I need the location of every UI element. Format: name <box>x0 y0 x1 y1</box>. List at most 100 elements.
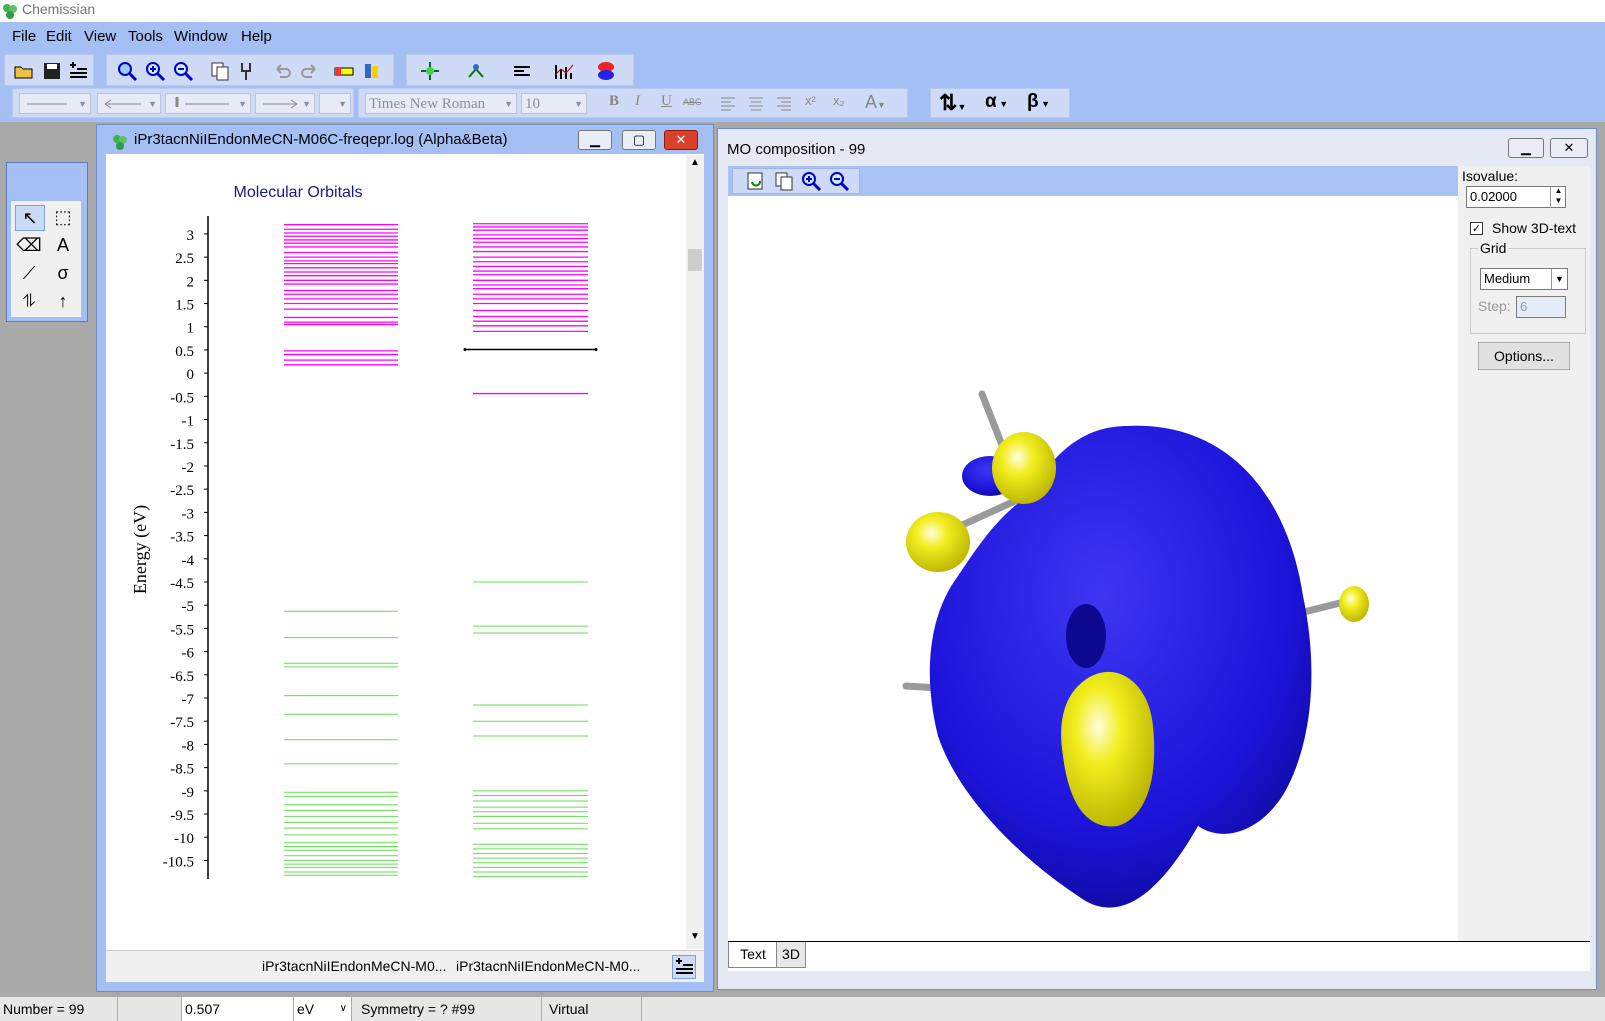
selected-level-handle <box>463 347 467 351</box>
strikethrough-button[interactable]: ABC <box>683 97 702 107</box>
mo-close-icon[interactable]: ✕ <box>1550 138 1588 158</box>
zoom-out-icon[interactable] <box>173 61 195 82</box>
y-tick-label: 3 <box>187 228 195 244</box>
mo-zoom-in-icon[interactable] <box>801 171 823 192</box>
file-toolbar <box>4 54 94 86</box>
subscript-button[interactable]: x₂ <box>833 93 845 108</box>
select-arrow-icon[interactable]: ↖ <box>15 205 45 231</box>
refresh-copy-icon[interactable] <box>745 171 767 191</box>
y-tick-label: -3 <box>182 506 195 522</box>
step-input[interactable]: 6 <box>1516 296 1566 318</box>
align-left-icon[interactable] <box>719 94 737 115</box>
redo-icon[interactable] <box>299 61 321 81</box>
line-width-select[interactable]: ▼ <box>165 93 251 114</box>
series-label-alpha[interactable]: iPr3tacnNiIEndonMeCN-M0... <box>262 958 446 974</box>
updown-arrow-icon[interactable]: ⇅▼ <box>939 90 966 116</box>
mo-minimize-icon[interactable]: ▁ <box>1508 138 1544 158</box>
mo-diagram-canvas[interactable]: Molecular Orbitals Energy (eV) 3 2.5 2 1.5 1 0.… <box>106 154 704 954</box>
add-list-icon[interactable] <box>67 61 89 81</box>
tab-3d[interactable]: 3D <box>776 942 806 968</box>
menu-help[interactable]: Help <box>241 28 272 45</box>
mo-zoom-out-icon[interactable] <box>829 171 851 192</box>
palette-colors-icon[interactable] <box>361 61 383 81</box>
app-titlebar <box>0 0 1605 22</box>
beta-button[interactable]: β ▼ <box>1027 91 1050 113</box>
drawing-palette: ↖ ⬚ ⌫ A ⟋ σ ⥮ ↑ <box>6 162 88 322</box>
diagram-scrollbar[interactable]: ▲ ▼ <box>686 155 704 949</box>
spectrum-icon[interactable] <box>553 61 575 81</box>
y-tick-label: -4.5 <box>170 576 194 592</box>
up-electron-icon[interactable]: ↑ <box>49 289 77 313</box>
molecule-icon[interactable] <box>465 61 487 81</box>
show-3d-text-checkbox[interactable]: ✓ <box>1470 222 1483 235</box>
tab-text[interactable]: Text <box>728 942 778 968</box>
status-energy-field[interactable]: 0.507 <box>182 997 294 1021</box>
star-orbital-icon[interactable] <box>419 61 441 81</box>
grid-select[interactable]: Medium ▼ <box>1480 268 1568 290</box>
tuning-fork-icon[interactable] <box>235 61 257 81</box>
zoom-fit-icon[interactable] <box>117 61 139 82</box>
series-label-beta[interactable]: iPr3tacnNiIEndonMeCN-M0... <box>456 958 640 974</box>
connector-icon[interactable]: ⟋ <box>15 261 43 285</box>
menu-file[interactable]: File <box>12 28 36 45</box>
status-symmetry: Symmetry = ? #99 <box>358 997 542 1021</box>
status-unit-select[interactable]: eV ∨ <box>294 997 352 1021</box>
alpha-button[interactable]: α ▼ <box>985 91 1008 113</box>
mo-tabstrip: Text 3D <box>728 941 1590 971</box>
y-tick-label: -1.5 <box>170 437 194 453</box>
align-center-icon[interactable] <box>747 94 765 115</box>
line-color-select[interactable]: ▼ <box>319 93 351 114</box>
scroll-up-arrow-icon[interactable]: ▲ <box>686 157 704 175</box>
isovalue-spinner[interactable]: ▲ ▼ <box>1550 186 1566 208</box>
sigma-icon[interactable]: σ <box>49 261 77 285</box>
status-number: Number = 99 <box>0 997 118 1021</box>
grid-select-value: Medium <box>1484 271 1531 286</box>
save-icon[interactable] <box>41 61 63 81</box>
updown-electron-icon[interactable]: ⥮ <box>15 289 43 313</box>
undo-icon[interactable] <box>271 61 293 81</box>
text-color-icon[interactable]: A▼ <box>865 92 886 113</box>
chemissian-logo-icon <box>2 3 18 19</box>
bold-button[interactable]: B <box>609 93 619 110</box>
copy-image-icon[interactable] <box>773 171 795 191</box>
maximize-icon[interactable]: ▢ <box>622 130 656 150</box>
add-series-icon[interactable] <box>672 955 696 979</box>
levels-icon[interactable] <box>511 61 533 81</box>
close-icon[interactable]: ✕ <box>664 130 698 150</box>
copy-icon[interactable] <box>209 61 231 81</box>
grid-groupbox <box>1470 248 1586 334</box>
positive-lobe-top <box>992 432 1056 504</box>
menu-tools[interactable]: Tools <box>128 28 163 45</box>
area-select-icon[interactable]: ⬚ <box>49 205 77 229</box>
orbital-3d-view[interactable] <box>728 196 1458 941</box>
y-tick-label: -4 <box>182 553 195 569</box>
scroll-down-arrow-icon[interactable]: ▼ <box>686 931 704 949</box>
line-style-select[interactable]: ▼ <box>19 93 91 114</box>
eraser-icon[interactable]: ⌫ <box>15 233 43 257</box>
menu-view[interactable]: View <box>84 28 116 45</box>
minimize-icon[interactable]: ▁ <box>578 130 612 150</box>
align-right-icon[interactable] <box>775 94 793 115</box>
superscript-button[interactable]: x² <box>805 93 816 108</box>
arrow-start-select[interactable]: ▼ <box>97 93 161 114</box>
y-tick-label: 1.5 <box>175 298 194 314</box>
italic-button[interactable]: I <box>635 93 640 110</box>
font-size-select[interactable]: 10 ▼ <box>521 93 587 114</box>
orbital-3d-icon[interactable] <box>595 61 617 81</box>
unit-chevron-down-icon: ∨ <box>339 1003 347 1014</box>
chevron-down-icon: ▼ <box>1551 269 1567 289</box>
font-select[interactable]: Times New Roman ▼ <box>365 93 517 114</box>
selected-level-handle <box>594 347 598 351</box>
text-tool-icon[interactable]: A <box>49 233 77 257</box>
y-tick-label: -9.5 <box>170 808 194 824</box>
underline-button[interactable]: U <box>661 93 672 110</box>
menu-window[interactable]: Window <box>174 28 227 45</box>
zoom-in-icon[interactable] <box>145 61 167 82</box>
grid-label: Grid <box>1478 240 1509 256</box>
open-icon[interactable] <box>13 61 35 81</box>
scroll-thumb[interactable] <box>688 249 702 271</box>
color-bar-icon[interactable] <box>333 61 355 81</box>
menu-edit[interactable]: Edit <box>46 28 72 45</box>
arrow-end-select[interactable]: ▼ <box>255 93 315 114</box>
options-button[interactable]: Options... <box>1478 342 1570 370</box>
